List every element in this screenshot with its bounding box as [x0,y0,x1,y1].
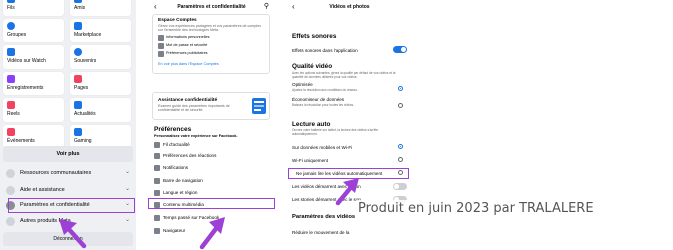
watch-icon [7,48,15,56]
accounts-center-desc: Gérez vos expériences partagées et vos p… [158,24,262,33]
pref-feed-row[interactable]: Fil d'actualité [148,140,275,150]
shortcut-tile[interactable]: Souvenirs [70,45,131,69]
password-security-item[interactable]: Mot de passe et sécurité [166,43,207,47]
autoplay-wifi-only-label: Wi-Fi uniquement [292,158,328,163]
saved-icon [7,74,15,83]
autoplay-never-radio[interactable] [398,170,403,175]
privacy-checkup-desc: Examen guidé des paramètres importants d… [158,104,230,113]
settings-panel: ‹ Paramètres et confidentialité ⚲ Espace… [148,0,275,250]
quality-optimized-radio[interactable] [398,86,403,91]
privacy-checkup-card[interactable]: Assistance confidentialité Examen guidé … [152,92,270,120]
page-title: Vidéos et photos [329,4,370,10]
reactions-icon [154,153,160,159]
shortcut-tile[interactable]: Marketplace [70,18,131,42]
accounts-center-title: Espace Comptes [158,18,197,23]
quality-optimized-desc: Ajustez la résolution aux conditions du … [292,88,358,92]
autoplay-mobile-wifi-radio[interactable] [398,144,403,149]
preferences-subtitle: Personnalisez votre expérience sur Faceb… [154,134,238,138]
video-quality-title: Qualité vidéo [292,63,333,70]
personal-info-item[interactable]: Informations personnelles [166,35,209,39]
feed-icon [7,0,15,3]
ad-preferences-item[interactable]: Préférences publicitaires [166,51,208,55]
chevron-down-icon: ⌄ [124,169,130,175]
accounts-center-link[interactable]: En voir plus dans l'Espace Comptes [158,62,219,66]
accounts-center-card[interactable]: Espace Comptes Gérez vos expériences par… [152,14,270,74]
friends-icon [74,0,82,3]
clock-icon [154,215,160,221]
chevron-down-icon: ⌄ [124,186,130,192]
globe-icon [154,190,160,196]
autoplay-wifi-only-radio[interactable] [398,157,403,162]
shortcut-tile[interactable]: Actualités [70,98,131,122]
meta-icon [6,217,15,226]
quality-data-saver-desc: Baissez la résolution pour toutes les vi… [292,103,355,107]
groups-icon [7,21,15,30]
shortcuts-grid: Fils Amis Groupes Marketplace Vidéos sur… [3,0,133,148]
pref-reactions-row[interactable]: Préférences des réactions [148,151,275,161]
quality-data-saver-radio[interactable] [398,103,403,108]
pref-navigation-bar-row[interactable]: Barre de navigation [148,176,275,186]
pref-notifications-row[interactable]: Notifications [148,163,275,173]
help-support-row[interactable]: Aide et assistance ⌄ [0,183,136,198]
pin-icon [154,178,160,184]
bell-icon [154,165,160,171]
see-more-button[interactable]: Voir plus [3,146,133,162]
settings-header: ‹ Paramètres et confidentialité ⚲ [148,0,275,14]
browser-icon [154,228,160,234]
shortcut-tile[interactable]: Vidéos sur Watch [3,45,64,69]
ad-preferences-icon [158,51,164,57]
events-icon [7,127,15,136]
shortcut-tile[interactable]: Pages [70,71,131,95]
pointer-arrow [199,217,225,250]
sound-effects-toggle[interactable] [393,46,407,53]
search-icon[interactable]: ⚲ [264,2,269,10]
quality-data-saver-label: Économiseur de données [292,97,345,102]
menu-panel: Fils Amis Groupes Marketplace Vidéos sur… [0,0,136,250]
quality-optimized-label: Optimisée [292,82,313,87]
pref-language-row[interactable]: Langue et région [148,188,275,198]
shortcut-tile[interactable]: Évènements [3,124,64,148]
privacy-checkup-title: Assistance confidentialité [158,98,218,103]
autoplay-desc: Ouvrez votre batterie sur tablet, la lec… [292,128,379,136]
videos-start-sound-toggle[interactable] [393,183,407,190]
shield-icon [158,43,164,49]
gaming-icon [74,127,82,136]
privacy-illustration-icon [252,98,266,114]
pointer-arrow [59,219,87,249]
personal-info-icon [158,35,164,41]
feed-pref-icon [154,142,160,148]
reduce-motion-row[interactable]: Réduire le mouvement de la [292,230,349,235]
shortcut-tile[interactable]: Enregistrements [3,71,64,95]
videos-header: ‹ Vidéos et photos [286,0,413,14]
news-icon [74,101,82,109]
chevron-down-icon: ⌄ [124,217,130,223]
page-title: Paramètres et confidentialité [177,4,246,10]
autoplay-title: Lecture auto [292,121,331,128]
video-settings-title: Paramètres des vidéos [292,214,356,220]
shortcut-tile[interactable]: Reels [3,98,64,122]
sound-effects-row: Effets sonores dans l'application [292,48,358,53]
watermark-caption: Produit en juin 2023 par TRALALERE [356,200,594,218]
shortcut-tile[interactable]: Amis [70,0,131,16]
shortcut-tile[interactable]: Fils [3,0,64,16]
memories-icon [74,48,82,56]
video-quality-desc: Avec les options suivantes, gérez la qua… [292,71,396,79]
reels-icon [7,101,15,109]
shortcut-tile[interactable]: Groupes [3,18,64,42]
preferences-title: Préférences [154,126,192,133]
highlight-box [8,198,135,213]
highlight-box [148,198,275,209]
shortcut-tile[interactable]: Gaming [70,124,131,148]
help-icon [6,186,15,195]
community-resources-row[interactable]: Ressources communautaires ⌄ [0,166,136,181]
marketplace-icon [74,21,82,30]
community-icon [6,169,15,178]
pages-icon [74,74,82,83]
sound-effects-title: Effets sonores [292,33,337,40]
autoplay-mobile-wifi-label: Sur données mobiles et Wi-Fi [292,145,353,150]
